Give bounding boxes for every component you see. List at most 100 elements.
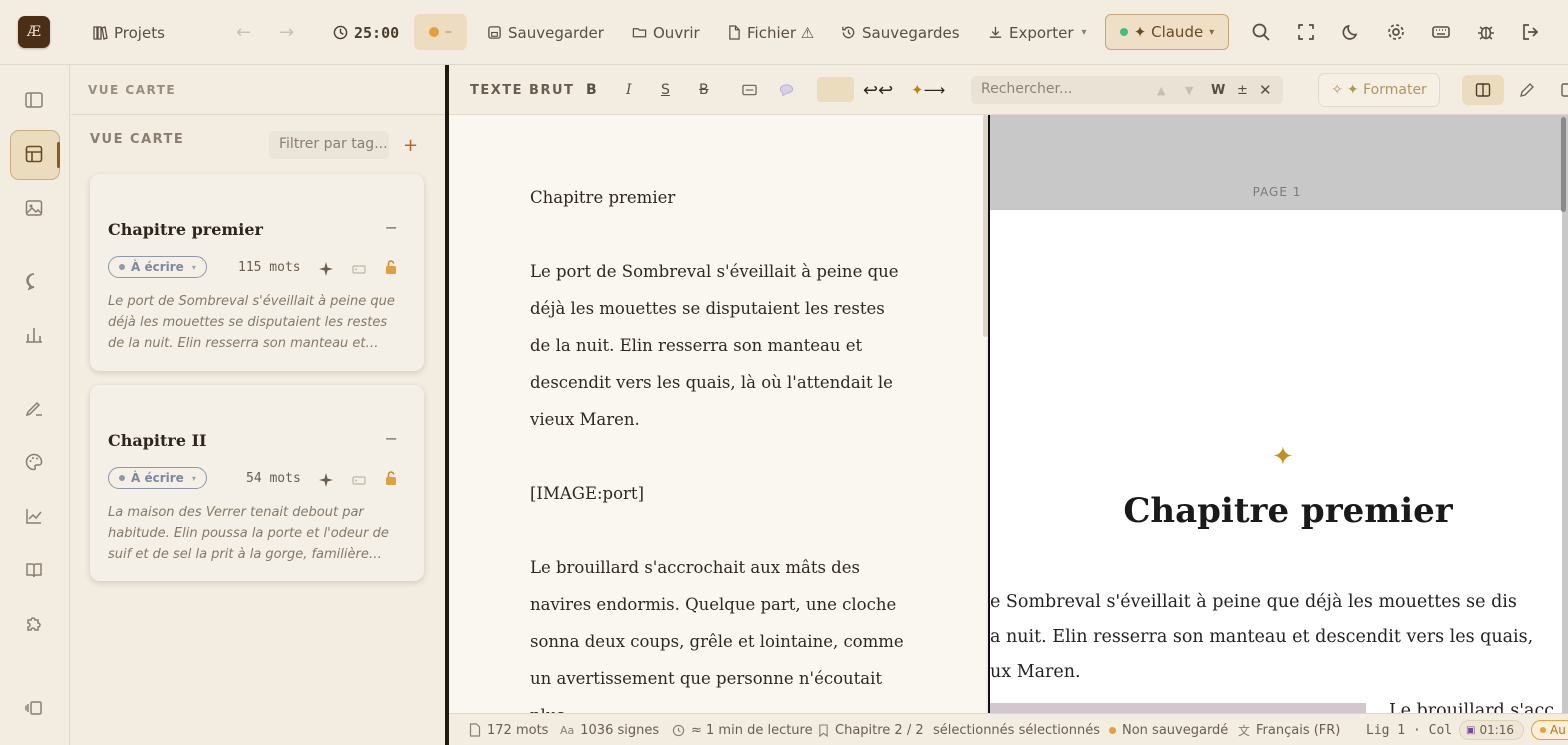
sign-count-label: 1036 signes — [580, 722, 660, 738]
chapter-status[interactable]: Chapitre 2 / 2 — [818, 714, 924, 745]
strikethrough-button[interactable]: B — [699, 65, 709, 115]
pen-tool-icon[interactable] — [24, 398, 44, 418]
preview-line: ux Maren. — [990, 662, 1081, 682]
tag-icon[interactable] — [351, 472, 367, 488]
add-card-button[interactable]: + — [403, 135, 418, 156]
preview-scrollbar[interactable] — [1561, 117, 1566, 212]
bold-button[interactable]: B — [586, 65, 597, 115]
status-badge[interactable]: À écrire ▾ — [108, 256, 207, 278]
search-next-icon[interactable]: ▼ — [1185, 65, 1193, 115]
file-label: Fichier ⚠ — [747, 23, 815, 42]
ai-model-selector[interactable]: ✦ Claude ▾ — [1105, 14, 1229, 50]
chevron-down-icon: ▾ — [191, 473, 196, 483]
unlock-icon[interactable] — [383, 259, 399, 275]
editor-image-placeholder[interactable]: [IMAGE:port] — [530, 475, 910, 512]
backups-label: Sauvegardes — [862, 23, 960, 42]
card-title: Chapitre II — [108, 431, 207, 450]
close-icon[interactable]: ✕ — [1259, 65, 1272, 115]
underline-button[interactable]: S — [661, 65, 670, 115]
page-preview: PAGE 1 ✦ Chapitre premier e Sombreval s'… — [988, 115, 1568, 713]
keyboard-icon[interactable] — [1431, 22, 1451, 42]
bug-icon[interactable] — [1476, 22, 1496, 42]
comment-icon[interactable] — [779, 83, 794, 97]
document-icon — [469, 723, 481, 737]
backups-button[interactable]: Sauvegardes — [841, 0, 960, 65]
session-timer[interactable]: 25:00 — [333, 0, 399, 65]
unsaved-dot-icon — [1109, 726, 1116, 734]
export-button[interactable]: Exporter ▾ — [988, 0, 1087, 65]
palette-icon[interactable] — [24, 452, 44, 472]
save-button[interactable]: Sauvegarder — [487, 0, 604, 65]
chat-icon[interactable] — [24, 271, 44, 291]
word-count-status: 172 mots — [469, 714, 548, 745]
italic-button[interactable]: I — [626, 65, 632, 115]
sparkle-icon[interactable] — [318, 472, 334, 488]
search-icon[interactable] — [1251, 22, 1271, 42]
ornament-icon: ✦ — [1272, 442, 1294, 472]
chapter-card[interactable]: Chapitre premier − À écrire ▾ 115 mots L… — [90, 174, 424, 371]
tag-filter-input[interactable]: Filtrer par tag... — [269, 131, 389, 159]
book-icon[interactable] — [24, 560, 44, 580]
editor-mode-label[interactable]: TEXTE BRUT — [470, 65, 574, 115]
fullscreen-icon[interactable] — [1296, 22, 1316, 42]
pomodoro-button[interactable]: – — [414, 14, 467, 50]
undo-button[interactable]: ← — [236, 0, 251, 65]
pomodoro-dot-icon — [429, 27, 439, 37]
word-count: 54 mots — [246, 471, 301, 486]
search-prev-icon[interactable]: ▲ — [1157, 65, 1165, 115]
word-count: 115 mots — [238, 260, 301, 275]
export-label: Exporter — [1009, 23, 1074, 42]
line-chart-icon[interactable] — [24, 506, 44, 526]
rail-active-indicator — [57, 142, 60, 168]
split-view-icon — [1475, 83, 1491, 97]
pencil-icon[interactable] — [1519, 82, 1535, 98]
editor-paragraph[interactable]: Le brouillard s'accrochait aux mâts des … — [530, 549, 910, 713]
projects-button[interactable]: Projets — [92, 0, 165, 65]
language-status[interactable]: 文 Français (FR) — [1238, 714, 1340, 745]
status-badge[interactable]: À écrire ▾ — [108, 467, 207, 489]
cursor-position: Lig 1 · Col 1 — [1366, 722, 1468, 738]
tag-icon[interactable] — [351, 261, 367, 277]
sidebar-toggle-icon[interactable] — [24, 90, 44, 110]
editor-content[interactable]: Chapitre premier Le port de Sombreval s'… — [530, 179, 910, 713]
books-icon — [93, 25, 108, 40]
status-dot-icon — [119, 475, 125, 481]
translate-icon: 文 — [1238, 723, 1251, 738]
unlock-icon[interactable] — [383, 470, 399, 486]
preview-page: ✦ Chapitre premier e Sombreval s'éveilla… — [990, 210, 1562, 713]
file-button[interactable]: Fichier ⚠ — [728, 0, 814, 65]
text-editor[interactable]: Chapitre premier Le port de Sombreval s'… — [449, 115, 986, 713]
sparkle-icon[interactable] — [318, 261, 334, 277]
preview-icon[interactable] — [1561, 82, 1568, 98]
bar-chart-icon[interactable] — [24, 325, 44, 345]
save-state-label: Non sauvegardé — [1122, 722, 1229, 738]
collapse-icon[interactable]: − — [385, 218, 398, 237]
chapter-card[interactable]: Chapitre II − À écrire ▾ 54 mots La mais… — [90, 385, 424, 581]
moon-icon[interactable] — [1341, 22, 1361, 42]
editor-paragraph[interactable]: Le port de Sombreval s'éveillait à peine… — [530, 253, 910, 438]
chapter-label: Chapitre 2 / 2 — [835, 722, 924, 738]
preview-body: e Sombreval s'éveillait à peine que déjà… — [990, 585, 1533, 690]
logout-icon[interactable] — [1521, 22, 1541, 42]
collapse-icon[interactable]: − — [385, 429, 398, 448]
case-toggle[interactable]: ± — [1237, 65, 1248, 115]
highlight-button[interactable] — [817, 77, 854, 102]
image-icon[interactable] — [24, 198, 44, 218]
format-button[interactable]: ✧ ✦ Formater — [1318, 73, 1440, 107]
puzzle-icon[interactable] — [24, 614, 44, 634]
preview-image — [990, 703, 1366, 713]
whole-word-toggle[interactable]: W — [1211, 65, 1225, 115]
floppy-icon: ▣ — [1466, 724, 1476, 736]
editor-paragraph[interactable]: Chapitre premier — [530, 179, 910, 216]
gear-icon[interactable] — [1386, 22, 1406, 42]
scene-break-button[interactable]: ✦ ⟶ — [911, 65, 945, 115]
auto-mode-badge[interactable]: Au — [1531, 720, 1568, 740]
redo-button[interactable]: → — [279, 0, 294, 65]
line-break-icon[interactable]: ↩↩ — [863, 65, 893, 115]
icon-rail — [0, 65, 70, 745]
keyboard-shortcut-icon[interactable] — [742, 83, 757, 97]
open-button[interactable]: Ouvrir — [632, 0, 700, 65]
online-status-icon — [1119, 28, 1128, 36]
app-logo[interactable]: Æ — [18, 16, 50, 48]
panels-icon[interactable] — [24, 698, 44, 718]
